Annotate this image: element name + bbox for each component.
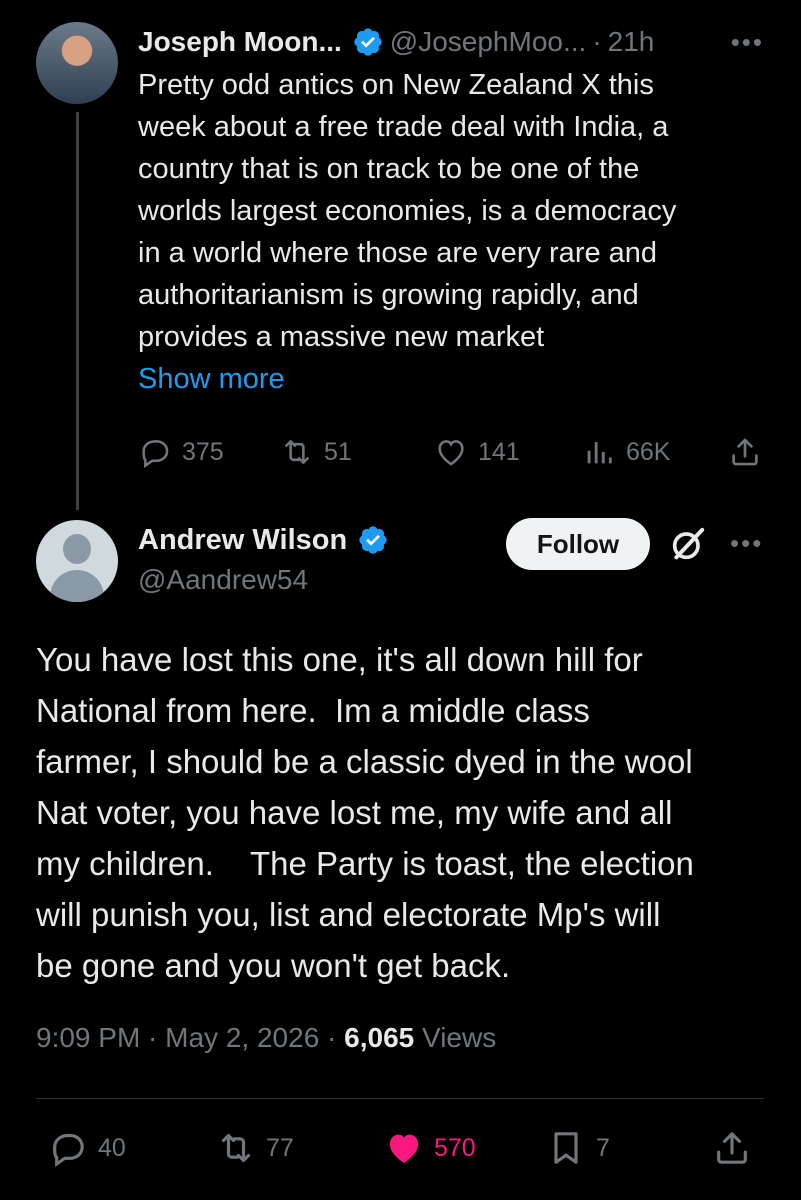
reply-action[interactable]: 40 [48, 1128, 126, 1168]
follow-button[interactable]: Follow [506, 518, 650, 570]
analytics-icon [587, 442, 612, 464]
share-icon [732, 438, 758, 466]
default-avatar-head [63, 534, 91, 564]
views-action[interactable]: 66K [582, 435, 670, 469]
tweet-meta: 9:09 PM · May 2, 2026 · 6,065 Views [36, 1022, 496, 1054]
repost-icon [221, 1133, 251, 1163]
more-options-icon[interactable]: ••• [731, 27, 764, 58]
views-count[interactable]: 6,065 [344, 1022, 414, 1053]
reply-text: You have lost this one, it's all down hi… [36, 641, 694, 984]
author-name[interactable]: Joseph Moon... [138, 26, 342, 58]
verified-badge-icon [354, 28, 382, 56]
parent-avatar-wrap [36, 22, 120, 104]
author-handle[interactable]: @JosephMoo... [390, 26, 587, 58]
more-options-icon[interactable]: ••• [730, 528, 763, 559]
repost-action[interactable]: 51 [280, 435, 352, 469]
reply-author-row: Andrew Wilson [138, 520, 395, 560]
reply-icon [53, 1133, 84, 1168]
reply-count: 40 [98, 1133, 126, 1162]
parent-action-bar: 375 51 141 66K [138, 430, 768, 474]
post-time[interactable]: 9:09 PM [36, 1022, 140, 1053]
heart-icon [438, 440, 464, 466]
divider [36, 1098, 764, 1099]
share-icon [717, 1132, 747, 1164]
views-label: Views [414, 1022, 497, 1053]
share-action[interactable] [728, 435, 772, 469]
repost-count: 77 [266, 1133, 294, 1162]
avatar-andrew[interactable] [36, 520, 118, 602]
reply-action[interactable]: 375 [138, 435, 224, 469]
reply-count: 375 [182, 437, 224, 466]
like-count: 570 [434, 1133, 476, 1162]
bookmark-count: 7 [596, 1133, 610, 1162]
tweet-text: Pretty odd antics on New Zealand X this … [138, 69, 677, 353]
bookmark-action[interactable]: 7 [546, 1128, 610, 1168]
views-count: 66K [626, 437, 671, 466]
parent-tweet[interactable]: Joseph Moon... @JosephMoo... · 21h ••• P… [138, 22, 778, 400]
parent-tweet-header: Joseph Moon... @JosephMoo... · 21h ••• [138, 22, 778, 62]
post-date[interactable]: May 2, 2026 [165, 1022, 319, 1053]
like-count: 141 [478, 437, 520, 466]
show-more-link[interactable]: Show more [138, 358, 778, 400]
share-action[interactable] [712, 1128, 762, 1168]
tweet-thread: Joseph Moon... @JosephMoo... · 21h ••• P… [0, 0, 801, 1200]
header-separator: · [592, 26, 602, 57]
repost-action[interactable]: 77 [216, 1128, 294, 1168]
repost-icon [285, 440, 309, 464]
reply-action-bar: 40 77 570 7 [36, 1128, 766, 1176]
reply-header: Andrew Wilson @Aandrew54 [138, 520, 395, 596]
grok-icon[interactable] [668, 524, 708, 564]
bookmark-icon [554, 1132, 578, 1164]
reply-icon [142, 440, 169, 469]
author-name[interactable]: Andrew Wilson [138, 524, 347, 557]
like-action[interactable]: 141 [434, 435, 520, 469]
author-handle[interactable]: @Aandrew54 [138, 564, 395, 596]
meta-separator: · [140, 1022, 166, 1053]
default-avatar-body [50, 570, 104, 602]
repost-count: 51 [324, 437, 352, 466]
meta-separator: · [319, 1022, 345, 1053]
avatar-joseph[interactable] [36, 22, 118, 104]
verified-badge-icon [359, 526, 387, 554]
thread-connector-line [76, 112, 79, 510]
heart-filled-icon [389, 1134, 419, 1163]
like-action[interactable]: 570 [384, 1128, 476, 1168]
timestamp[interactable]: 21h [608, 26, 655, 58]
